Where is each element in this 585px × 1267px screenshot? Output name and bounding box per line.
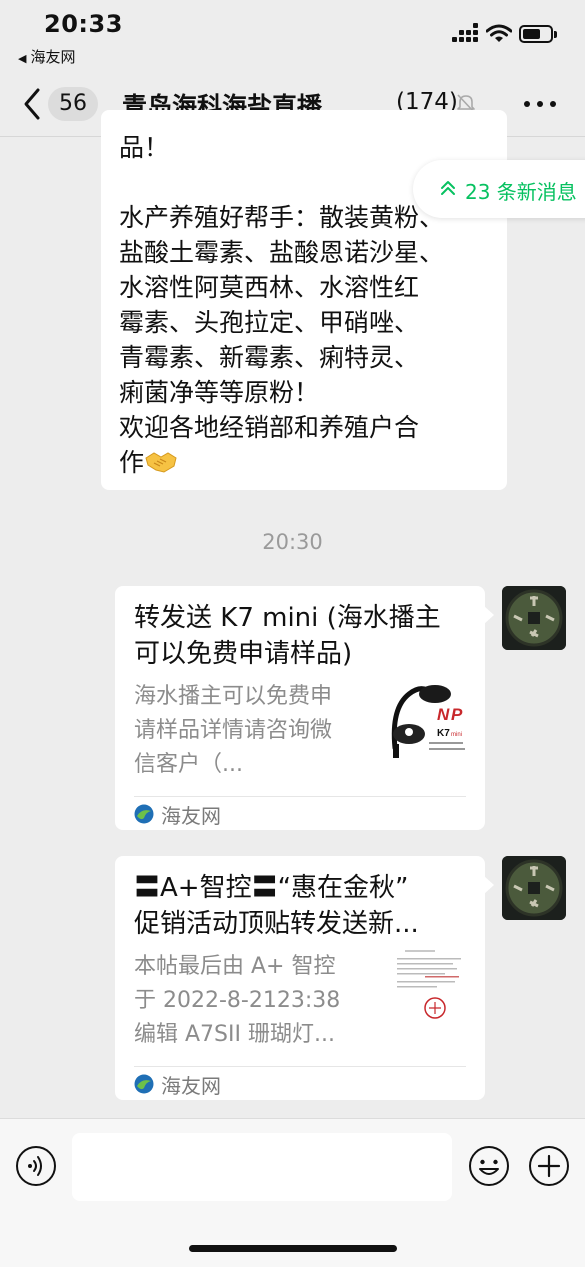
card-description: 海水播主可以免费申 请样品详情请咨询微 信客户（... [134,680,364,782]
card-title-line: 可以免费申请样品) [134,639,353,669]
card-source-name: 海友网 [161,1074,221,1098]
status-time: 20:33 [44,10,123,38]
card-desc-line: 信客户（... [134,752,243,777]
status-bar: 20:33 ◀ 海友网 [0,0,585,70]
back-app-label: 海友网 [30,48,76,66]
message-timestamp: 20:30 [262,530,323,554]
message-line: 欢迎各地经销部和养殖户合 [119,413,420,442]
message-line: 青霉素、新霉素、痢特灵、 [119,343,420,372]
card-desc-line: 请样品详情请咨询微 [134,718,333,743]
message-line: 霉素、头孢拉定、甲硝唑、 [119,308,420,337]
back-chevron-icon[interactable] [18,84,48,124]
sender-avatar[interactable] [502,586,566,650]
card-thumbnail-lamp-image: N P K7 mini [385,678,467,766]
more-options-icon[interactable] [524,101,558,109]
link-card[interactable]: 〓A+智控〓“惠在金秋” 促销活动顶贴转发送新... 本帖最后由 A+ 智控 于… [115,856,494,1100]
source-logo-icon [134,804,154,824]
bubble-tail [484,876,494,894]
new-messages-button[interactable]: 23 条新消息 [413,160,585,218]
message-line: 盐酸土霉素、盐酸恩诺沙星、 [119,238,445,267]
link-card[interactable]: 转发送 K7 mini (海水播主 可以免费申请样品) 海水播主可以免费申 请样… [115,586,494,830]
card-title-line: 促销活动顶贴转发送新... [134,909,419,939]
handshake-emoji-icon [145,452,177,473]
back-to-app-link[interactable]: ◀ 海友网 [18,46,75,67]
card-title-line: 转发送 K7 mini (海水播主 [134,603,441,633]
card-title-line: 〓A+智控〓“惠在金秋” [134,873,409,903]
card-divider [134,796,466,797]
card-title: 转发送 K7 mini (海水播主 可以免费申请样品) [134,600,470,672]
card-desc-line: 编辑 A7SII 珊瑚灯... [134,1022,335,1047]
sender-avatar[interactable] [502,856,566,920]
bubble-tail [484,606,494,624]
card-desc-line: 本帖最后由 A+ 智控 [134,954,336,979]
wifi-icon [486,24,512,42]
card-desc-line: 海水播主可以免费申 [134,684,333,709]
unread-count-badge[interactable]: 56 [48,87,98,121]
coin-avatar-image [502,856,566,920]
card-source-name: 海友网 [161,804,221,828]
card-description: 本帖最后由 A+ 智控 于 2022-8-2123:38 编辑 A7SII 珊瑚… [134,950,364,1052]
message-text-input[interactable] [72,1133,452,1201]
home-indicator[interactable] [189,1245,397,1252]
card-title: 〓A+智控〓“惠在金秋” 促销活动顶贴转发送新... [134,870,470,942]
new-messages-label: 23 条新消息 [465,180,577,204]
svg-text:P: P [451,705,463,724]
voice-input-icon[interactable] [15,1145,57,1187]
svg-text:N: N [437,705,450,724]
message-line-text: 作 [119,448,145,477]
back-triangle-icon: ◀ [18,52,27,65]
card-thumbnail-document-image [385,948,467,1036]
message-line-last: 作 [119,445,491,480]
double-up-arrow-icon [441,181,455,195]
thumb-sublabel: mini [451,732,462,738]
emoji-icon[interactable] [468,1145,510,1187]
message-line: 水溶性阿莫西林、水溶性红 [119,273,420,302]
card-desc-line: 于 2022-8-2123:38 [134,988,341,1013]
thumb-label: K7 [437,728,450,739]
battery-icon [519,25,557,43]
source-logo-icon [134,1074,154,1094]
coin-avatar-image [502,586,566,650]
cellular-signal-icon [452,23,478,45]
card-divider [134,1066,466,1067]
message-line: 痢菌净等等原粉！ [119,378,320,407]
plus-more-icon[interactable] [528,1145,570,1187]
